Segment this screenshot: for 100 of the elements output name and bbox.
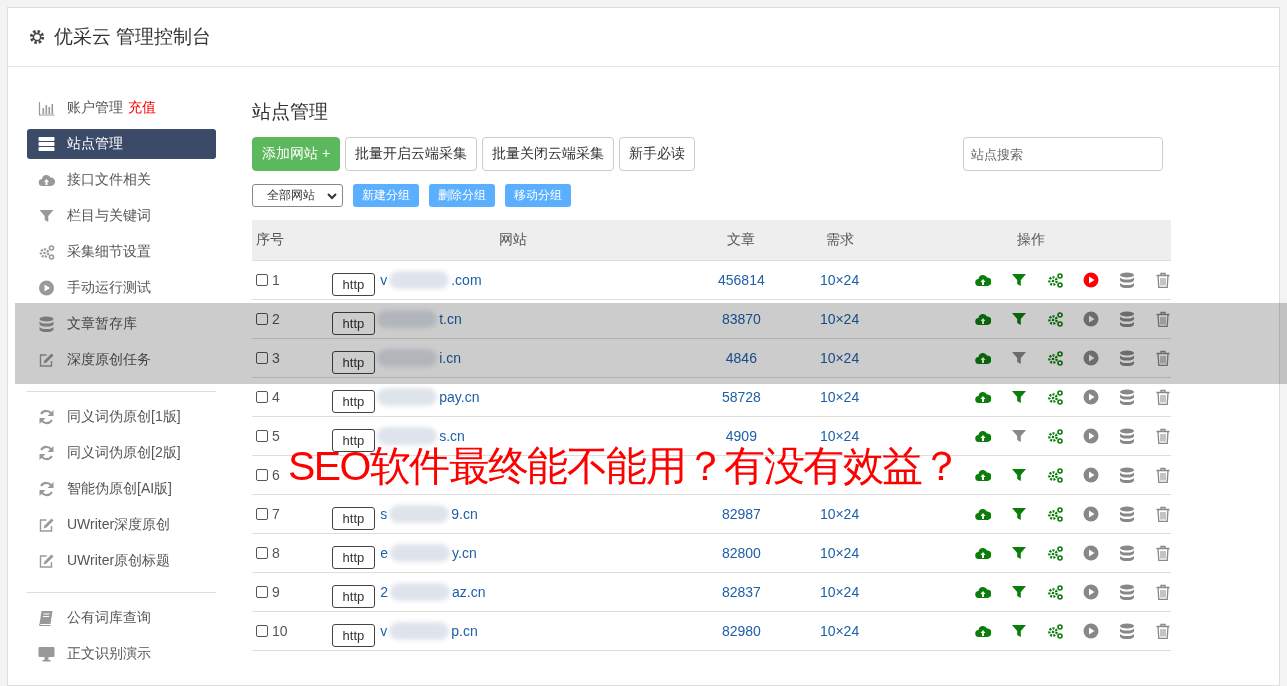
- protocol-button[interactable]: http: [331, 350, 376, 374]
- play-icon[interactable]: [1083, 623, 1099, 639]
- book-icon: [38, 610, 55, 626]
- cloud-upload-icon[interactable]: [975, 545, 991, 561]
- delete-icon[interactable]: [1155, 467, 1171, 483]
- sidebar-item[interactable]: 正文识别演示: [27, 639, 216, 669]
- row-checkbox[interactable]: [256, 586, 268, 598]
- sidebar-item[interactable]: 接口文件相关: [27, 165, 216, 195]
- protocol-button[interactable]: http: [331, 545, 376, 569]
- toolbar-button[interactable]: 批量关闭云端采集: [482, 137, 615, 171]
- delete-icon[interactable]: [1155, 389, 1171, 405]
- sidebar-item[interactable]: 采集细节设置: [27, 237, 216, 267]
- group-dropdown[interactable]: 全部网站: [252, 184, 343, 207]
- gears-icon[interactable]: [1047, 311, 1063, 327]
- protocol-button[interactable]: http: [331, 389, 376, 413]
- delete-icon[interactable]: [1155, 545, 1171, 561]
- row-checkbox[interactable]: [256, 430, 268, 442]
- sidebar-item[interactable]: UWriter原创标题: [27, 546, 216, 576]
- filter-icon[interactable]: [1011, 311, 1027, 327]
- search-field[interactable]: 站点搜索: [963, 137, 1163, 171]
- cloud-upload-icon[interactable]: [975, 311, 991, 327]
- database-icon[interactable]: [1119, 350, 1135, 366]
- play-icon[interactable]: [1083, 389, 1099, 405]
- play-icon[interactable]: [1083, 506, 1099, 522]
- sidebar-item[interactable]: UWriter深度原创: [27, 510, 216, 540]
- play-icon[interactable]: [1083, 311, 1099, 327]
- play-icon[interactable]: [1083, 545, 1099, 561]
- cloud-upload-icon[interactable]: [975, 467, 991, 483]
- filter-icon[interactable]: [1011, 272, 1027, 288]
- delete-icon[interactable]: [1155, 350, 1171, 366]
- cloud-upload-icon[interactable]: [975, 506, 991, 522]
- play-icon[interactable]: [1083, 467, 1099, 483]
- filter-icon[interactable]: [1011, 350, 1027, 366]
- sidebar-item[interactable]: 深度原创任务: [27, 345, 216, 375]
- cloud-upload-icon[interactable]: [975, 623, 991, 639]
- row-checkbox[interactable]: [256, 508, 268, 520]
- gears-icon[interactable]: [1047, 272, 1063, 288]
- filter-icon[interactable]: [1011, 506, 1027, 522]
- row-checkbox[interactable]: [256, 313, 268, 325]
- database-icon[interactable]: [1119, 584, 1135, 600]
- protocol-button[interactable]: http: [331, 623, 376, 647]
- gears-icon[interactable]: [1047, 389, 1063, 405]
- row-checkbox[interactable]: [256, 274, 268, 286]
- row-checkbox[interactable]: [256, 391, 268, 403]
- delete-icon[interactable]: [1155, 311, 1171, 327]
- protocol-button[interactable]: http: [331, 584, 376, 608]
- cloud-upload-icon[interactable]: [975, 428, 991, 444]
- database-icon[interactable]: [1119, 467, 1135, 483]
- delete-icon[interactable]: [1155, 506, 1171, 522]
- sidebar-item[interactable]: 手动运行测试: [27, 273, 216, 303]
- gears-icon[interactable]: [1047, 467, 1063, 483]
- sidebar-item[interactable]: 同义词伪原创[2版]: [27, 438, 216, 468]
- play-icon[interactable]: [1083, 584, 1099, 600]
- filter-icon[interactable]: [1011, 428, 1027, 444]
- gears-icon[interactable]: [1047, 623, 1063, 639]
- cloud-upload-icon[interactable]: [975, 584, 991, 600]
- database-icon[interactable]: [1119, 428, 1135, 444]
- database-icon[interactable]: [1119, 506, 1135, 522]
- filter-icon[interactable]: [1011, 545, 1027, 561]
- play-icon[interactable]: [1083, 272, 1099, 288]
- database-icon[interactable]: [1119, 389, 1135, 405]
- delete-icon[interactable]: [1155, 623, 1171, 639]
- delete-icon[interactable]: [1155, 272, 1171, 288]
- database-icon[interactable]: [1119, 623, 1135, 639]
- cloud-upload-icon[interactable]: [975, 389, 991, 405]
- gears-icon[interactable]: [1047, 350, 1063, 366]
- database-icon[interactable]: [1119, 272, 1135, 288]
- sidebar-item[interactable]: 栏目与关键词: [27, 201, 216, 231]
- protocol-button[interactable]: http: [331, 311, 376, 335]
- gears-icon[interactable]: [1047, 428, 1063, 444]
- play-icon[interactable]: [1083, 428, 1099, 444]
- row-checkbox[interactable]: [256, 625, 268, 637]
- sidebar-item[interactable]: 账户管理 充值: [27, 93, 216, 123]
- filter-icon[interactable]: [1011, 623, 1027, 639]
- gears-icon[interactable]: [1047, 506, 1063, 522]
- filter-icon[interactable]: [1011, 584, 1027, 600]
- gears-icon[interactable]: [1047, 545, 1063, 561]
- protocol-button[interactable]: http: [331, 506, 376, 530]
- toolbar-button[interactable]: 新手必读: [619, 137, 696, 171]
- database-icon[interactable]: [1119, 311, 1135, 327]
- gears-icon[interactable]: [1047, 584, 1063, 600]
- row-checkbox[interactable]: [256, 469, 268, 481]
- play-icon[interactable]: [1083, 350, 1099, 366]
- delete-icon[interactable]: [1155, 428, 1171, 444]
- filter-icon[interactable]: [1011, 467, 1027, 483]
- sidebar-item[interactable]: 站点管理: [27, 129, 216, 159]
- sidebar-item[interactable]: 智能伪原创[AI版]: [27, 474, 216, 504]
- sidebar-item[interactable]: 文章暂存库: [27, 309, 216, 339]
- sidebar-item[interactable]: 同义词伪原创[1版]: [27, 402, 216, 432]
- filter-icon[interactable]: [1011, 389, 1027, 405]
- row-checkbox[interactable]: [256, 352, 268, 364]
- row-checkbox[interactable]: [256, 547, 268, 559]
- delete-icon[interactable]: [1155, 584, 1171, 600]
- protocol-button[interactable]: http: [331, 428, 376, 452]
- sidebar-item[interactable]: 公有词库查询: [27, 603, 216, 633]
- protocol-button[interactable]: http: [331, 272, 376, 296]
- database-icon[interactable]: [1119, 545, 1135, 561]
- cloud-upload-icon[interactable]: [975, 350, 991, 366]
- cloud-upload-icon[interactable]: [975, 272, 991, 288]
- toolbar-button[interactable]: 批量开启云端采集: [345, 137, 478, 171]
